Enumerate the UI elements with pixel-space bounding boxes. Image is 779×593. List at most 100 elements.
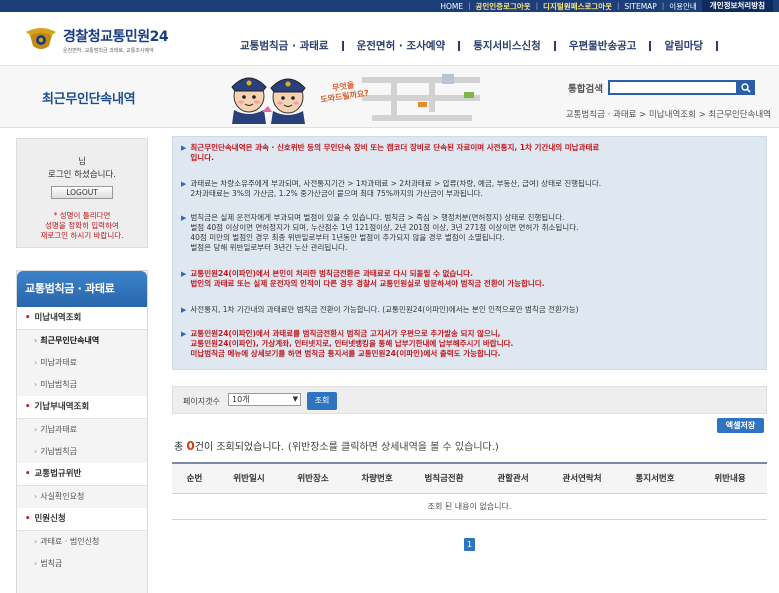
- bullet-icon: •: [25, 313, 31, 323]
- arrow-right-icon: ▶: [181, 214, 187, 222]
- notice-paragraph-3: ▶ 교통민원24(이파인)에서 본인이 처리한 범칙금전환은 과태료로 다시 되돌…: [181, 269, 545, 288]
- column-header-2: 위반장소: [297, 474, 329, 484]
- name-warning: * 성명이 틀리다면 성명을 정확히 입력하여 재로그인 하시기 바랍니다.: [40, 211, 124, 240]
- table-empty-row: 조회 된 내용이 없습니다.: [172, 494, 767, 520]
- notice-paragraph-2: ▶ 범칙금은 실제 운전자에게 부과되며 벌점이 있을 수 있습니다. 범칙금 >…: [181, 213, 579, 252]
- column-header-3: 차량번호: [361, 474, 393, 484]
- notice-box: ▶ 최근무인단속내역은 과속 · 신호위반 등의 무인단속 장비 또는 캠코더 장…: [172, 136, 767, 370]
- notice-paragraph-0: ▶ 최근무인단속내역은 과속 · 신호위반 등의 무인단속 장비 또는 캠코더 장…: [181, 143, 600, 162]
- excel-save-button[interactable]: 엑셀저장: [717, 418, 764, 433]
- magnifier-icon: [741, 82, 752, 93]
- search-input[interactable]: [607, 80, 738, 95]
- page-size-select[interactable]: 10개 ▼: [228, 393, 301, 406]
- side-nav-group-1[interactable]: • 기납부내역조회: [17, 396, 147, 419]
- side-nav-item-2-0[interactable]: › 사실확인요청: [17, 486, 147, 508]
- chevron-right-icon: ›: [34, 358, 38, 367]
- result-count: 총 0건이 조회되었습니다. (위반장소를 클릭하면 상세내역을 볼 수 있습니다…: [174, 439, 499, 453]
- column-header-5: 관할관서: [497, 474, 529, 484]
- utility-link-2[interactable]: 디지털원패스로그아웃: [538, 1, 617, 12]
- bullet-icon: •: [25, 469, 31, 479]
- nav-divider: [716, 40, 719, 51]
- side-nav-group-3[interactable]: • 민원신청: [17, 508, 147, 531]
- arrow-right-icon: ▶: [181, 144, 187, 152]
- column-header-4: 범칙금전환: [424, 474, 464, 484]
- nav-divider: [458, 40, 461, 51]
- integrated-search: 통합검색: [568, 80, 755, 95]
- violations-table: 순번 위반일시 위반장소 차량번호 범칙금전환 관할관서 관서연락처 통지서번호 위반내용 조회…: [172, 462, 767, 520]
- main-nav-item-2[interactable]: 통지서비스신청: [473, 38, 541, 53]
- side-nav-title: 교통범칙금 · 과태료: [17, 271, 147, 307]
- column-header-8: 위반내용: [714, 474, 746, 484]
- login-status-box: 님 로그인 하셨습니다. LOGOUT * 성명이 틀리다면 성명을 정확히 입…: [16, 138, 148, 248]
- sub-visual: 최근무인단속내역 무엇을 도와드릴까요? 통합검색 교통범칙금 · 과태료 > …: [0, 66, 779, 128]
- query-button[interactable]: 조회: [307, 392, 337, 410]
- chevron-right-icon: ›: [34, 537, 38, 546]
- page-size-label: 페이지갯수: [183, 397, 220, 406]
- column-header-7: 통지서번호: [635, 474, 675, 484]
- chevron-right-icon: ›: [34, 425, 38, 434]
- site-logo[interactable]: 경찰청교통민원24 운전면허, 교통범칙금 과태료, 교통조사예약: [24, 26, 169, 54]
- chevron-right-icon: ›: [34, 380, 38, 389]
- police-emblem-icon: [24, 26, 58, 52]
- chevron-right-icon: ›: [34, 336, 38, 345]
- main-nav-item-3[interactable]: 우편물반송공고: [569, 38, 637, 53]
- notice-paragraph-1: ▶ 과태료는 차량소유주에게 부과되며, 사전통지기간 > 1차과태료 > 2차과…: [181, 179, 602, 198]
- utility-link-5[interactable]: 개인정보처리방침: [701, 0, 773, 12]
- utility-link-3[interactable]: SITEMAP: [619, 2, 661, 11]
- arrow-right-icon: ▶: [181, 306, 187, 314]
- pagination-current[interactable]: 1: [464, 538, 475, 551]
- utility-links: HOME | 공인인증로그아웃 | 디지털원패스로그아웃 | SITEMAP | 이용안내 개인정…: [435, 0, 773, 12]
- police-mascot-illustration: 무엇을 도와드릴까요?: [222, 72, 492, 124]
- logo-name: 경찰청교통민원24: [63, 29, 169, 45]
- nav-divider: [341, 40, 344, 51]
- logo-subtitle: 운전면허, 교통범칙금 과태료, 교통조사예약: [63, 48, 154, 54]
- login-user-name: 님: [78, 157, 86, 167]
- logout-button[interactable]: LOGOUT: [51, 186, 113, 199]
- result-hint: (위반장소를 클릭하면 상세내역을 볼 수 있습니다.): [287, 442, 499, 453]
- utility-link-1[interactable]: 공인인증로그아웃: [470, 1, 535, 12]
- side-nav-item-1-1[interactable]: › 기납범칙금: [17, 441, 147, 463]
- chevron-down-icon: ▼: [292, 395, 298, 403]
- result-count-number: 0: [186, 439, 195, 453]
- main-nav-item-1[interactable]: 운전면허 · 조사예약: [357, 38, 446, 53]
- notice-paragraph-4: ▶ 사전통지, 1차 기간내의 과태료만 범칙금 전환이 가능합니다. (교통민원…: [181, 305, 579, 314]
- breadcrumb: 교통범칙금 · 과태료 > 미납내역조회 > 최근무인단속내역: [565, 110, 771, 120]
- main-nav-item-4[interactable]: 알림마당: [664, 38, 703, 53]
- side-nav-item-3-0[interactable]: › 과태료 · 범인신청: [17, 531, 147, 553]
- main-nav: 교통범칙금 · 과태료 운전면허 · 조사예약 통지서비스신청 우편물반송공고 알림마당: [240, 38, 731, 53]
- side-nav-item-3-1[interactable]: › 범칙금: [17, 553, 147, 575]
- side-nav-group-0[interactable]: • 미납내역조회: [17, 307, 147, 330]
- search-controls: 페이지갯수 10개 ▼ 조회: [172, 386, 767, 414]
- arrow-right-icon: ▶: [181, 270, 187, 278]
- nav-divider: [649, 40, 652, 51]
- side-nav-item-0-0[interactable]: › 최근무인단속내역: [17, 330, 147, 352]
- search-label: 통합검색: [568, 83, 603, 95]
- page-title: 최근무인단속내역: [42, 92, 136, 107]
- arrow-right-icon: ▶: [181, 330, 187, 338]
- side-nav-item-0-1[interactable]: › 미납과태료: [17, 352, 147, 374]
- column-header-1: 위반일시: [233, 474, 265, 484]
- bullet-icon: •: [25, 514, 31, 524]
- side-nav-list: • 미납내역조회 › 최근무인단속내역 › 미납과태료 › 미납범칙금 • 기납부내역조회 › 기납과…: [17, 307, 147, 575]
- bullet-icon: •: [25, 402, 31, 412]
- chevron-right-icon: ›: [34, 492, 38, 501]
- main-nav-item-0[interactable]: 교통범칙금 · 과태료: [240, 38, 329, 53]
- utility-link-4[interactable]: 이용안내: [664, 1, 702, 12]
- table-header: 순번 위반일시 위반장소 차량번호 범칙금전환 관할관서 관서연락처 통지서번호 위반내용: [172, 464, 767, 494]
- chevron-right-icon: ›: [34, 447, 38, 456]
- site-header: 경찰청교통민원24 운전면허, 교통범칙금 과태료, 교통조사예약 교통범칙금 …: [0, 12, 779, 66]
- search-button[interactable]: [737, 80, 755, 95]
- utility-bar: HOME | 공인인증로그아웃 | 디지털원패스로그아웃 | SITEMAP | 이용안내 개인정…: [0, 0, 779, 12]
- nav-divider: [553, 40, 556, 51]
- side-nav: 교통범칙금 · 과태료 • 미납내역조회 › 최근무인단속내역 › 미납과태료 › 미납범칙금…: [16, 270, 148, 593]
- arrow-right-icon: ▶: [181, 180, 187, 188]
- side-nav-item-0-2[interactable]: › 미납범칙금: [17, 374, 147, 396]
- notice-paragraph-5: ▶ 교통민원24(이파인)에서 과태료를 범칙금전환시 범칙금 고지서가 우편으로…: [181, 329, 514, 358]
- side-nav-item-1-0[interactable]: › 기납과태료: [17, 419, 147, 441]
- side-nav-group-2[interactable]: • 교통법규위반: [17, 463, 147, 486]
- column-header-0: 순번: [186, 474, 203, 484]
- column-header-6: 관서연락처: [562, 474, 602, 484]
- login-message: 로그인 하셨습니다.: [48, 170, 116, 180]
- utility-link-0[interactable]: HOME: [435, 2, 468, 11]
- chevron-right-icon: ›: [34, 559, 38, 568]
